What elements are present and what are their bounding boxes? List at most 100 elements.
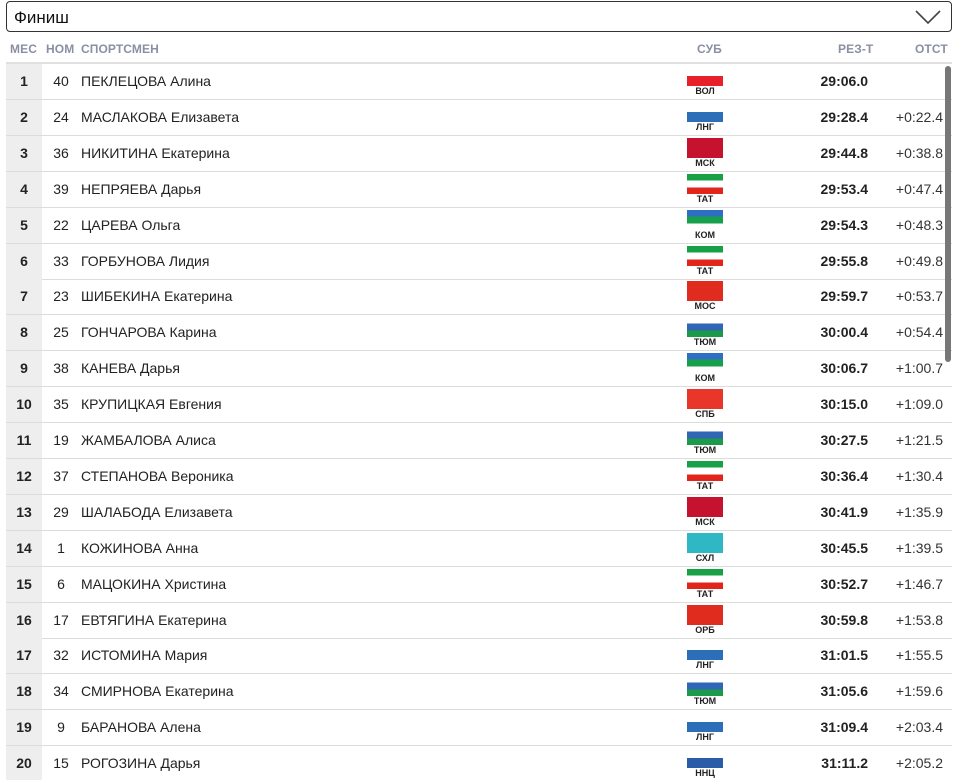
athlete-name[interactable]: ШИБЕКИНА Екатерина [81, 279, 232, 314]
bib-cell: 17 [53, 611, 69, 628]
table-row[interactable]: 13 29 ШАЛАБОДА Елизавета МСК 30:41.9 +1:35.9 [6, 494, 952, 531]
table-row[interactable]: 8 25 ГОНЧАРОВА Карина ТЮМ 30:00.4 +0:54.4 [6, 315, 952, 352]
bib-cell: 19 [53, 432, 69, 448]
table-row[interactable]: 6 33 ГОРБУНОВА Лидия ТАТ 29:55.8 +0:49.8 [6, 243, 952, 280]
athlete-name[interactable]: ГОРБУНОВА Лидия [81, 244, 209, 279]
athlete-name[interactable]: РОГОЗИНА Дарья [81, 746, 200, 780]
region-code: МСК [695, 157, 715, 168]
region-flag-icon [687, 640, 723, 661]
table-row[interactable]: 9 38 КАНЕВА Дарья КОМ 30:06.7 +1:00.7 [6, 351, 952, 388]
result-time: 29:55.8 [820, 252, 868, 269]
athlete-name[interactable]: СТЕПАНОВА Вероника [81, 459, 234, 494]
athlete-name[interactable]: ЦАРЕВА Ольга [81, 208, 180, 243]
athlete-name[interactable]: ЖАМБАЛОВА Алиса [81, 423, 216, 458]
region-flag-icon [687, 532, 723, 553]
result-time: 30:59.8 [820, 611, 868, 628]
gap-time: +0:48.3 [895, 216, 943, 233]
result-time: 31:11.2 [821, 755, 868, 772]
athlete-name[interactable]: МАСЛАКОВА Елизавета [81, 100, 239, 135]
table-row[interactable]: 7 23 ШИБЕКИНА Екатерина МОС 29:59.7 +0:53.7 [6, 279, 952, 316]
region-code: ОРБ [695, 624, 715, 635]
region-code: СХЛ [695, 552, 715, 563]
athlete-name[interactable]: НЕПРЯЕВА Дарья [81, 172, 201, 207]
result-time: 31:09.4 [820, 719, 868, 736]
stage-select[interactable]: Финиш [6, 1, 952, 32]
bib-cell: 35 [53, 396, 69, 413]
scrollbar-track[interactable] [944, 64, 952, 780]
athlete-name[interactable]: НИКИТИНА Екатерина [81, 136, 230, 171]
gap-time: +0:54.4 [895, 324, 943, 341]
athlete-name[interactable]: МАЦОКИНА Христина [81, 567, 226, 602]
bib-cell: 33 [53, 252, 69, 269]
bib-cell: 9 [57, 719, 65, 736]
table-row[interactable]: 16 17 ЕВТЯГИНА Екатерина ОРБ 30:59.8 +1:53.8 [6, 602, 952, 639]
table-row[interactable]: 2 24 МАСЛАКОВА Елизавета ЛНГ 29:28.4 +0:22.4 [6, 99, 952, 136]
place-cell: 16 [6, 602, 42, 638]
region-code: МОС [694, 301, 716, 312]
table-row[interactable]: 19 9 БАРАНОВА Алена ЛНГ 31:09.4 +2:03.4 [6, 710, 952, 747]
athlete-name[interactable]: СМИРНОВА Екатерина [81, 674, 234, 709]
gap-time: +1:39.5 [895, 539, 943, 556]
region-flag-icon [687, 425, 723, 445]
region-code: ТЮМ [693, 337, 717, 348]
athlete-name[interactable]: КОЖИНОВА Анна [81, 531, 198, 566]
scrollbar-thumb[interactable] [945, 66, 951, 362]
table-row[interactable]: 18 34 СМИРНОВА Екатерина ТЮМ 31:05.6 +1:59.6 [6, 674, 952, 711]
col-place-header[interactable]: МЕС [10, 42, 37, 56]
region-code: ТАТ [696, 480, 714, 491]
region-code: КОМ [695, 373, 715, 384]
table-row[interactable]: 10 35 КРУПИЦКАЯ Евгения СПБ 30:15.0 +1:09.0 [6, 387, 952, 424]
table-row[interactable]: 17 32 ИСТОМИНА Мария ЛНГ 31:01.5 +1:55.5 [6, 638, 952, 675]
table-row[interactable]: 15 6 МАЦОКИНА Христина ТАТ 30:52.7 +1:46.7 [6, 566, 952, 603]
gap-time: +1:21.5 [895, 432, 943, 448]
col-athlete-header[interactable]: СПОРТСМЕН [81, 42, 159, 56]
place-cell: 20 [6, 746, 42, 780]
athlete-name[interactable]: ЕВТЯГИНА Екатерина [81, 603, 227, 638]
region-flag-icon [687, 281, 723, 302]
gap-time: +0:47.4 [895, 180, 943, 197]
gap-time: +1:59.6 [895, 683, 943, 700]
region-code: ВОЛ [695, 86, 715, 96]
region-flag-icon [687, 460, 723, 481]
place-cell: 14 [6, 530, 42, 566]
athlete-name[interactable]: ПЕКЛЕЦОВА Алина [81, 64, 211, 99]
col-region-header[interactable]: СУБ [697, 42, 722, 56]
athlete-name[interactable]: ГОНЧАРОВА Карина [81, 315, 217, 350]
results-table: 1 40 ПЕКЛЕЦОВА Алина ВОЛ 29:06.0 2 24 МАСЛАКОВА… [6, 62, 952, 780]
place-cell: 9 [6, 351, 42, 387]
result-time: 30:45.5 [820, 539, 868, 556]
table-row[interactable]: 3 36 НИКИТИНА Екатерина МСК 29:44.8 +0:38.8 [6, 135, 952, 172]
athlete-name[interactable]: КАНЕВА Дарья [81, 351, 180, 386]
col-result-header[interactable]: РЕЗ-Т [838, 42, 873, 56]
col-gap-header[interactable]: ОТСТ [915, 42, 948, 56]
table-row[interactable]: 20 15 РОГОЗИНА Дарья ННЦ 31:11.2 +2:05.2 [6, 746, 952, 780]
athlete-name[interactable]: ИСТОМИНА Мария [81, 638, 207, 673]
region-flag-icon [687, 748, 723, 769]
bib-cell: 22 [53, 216, 69, 233]
stage-select-value: Финиш [14, 8, 69, 27]
table-row[interactable]: 14 1 КОЖИНОВА Анна СХЛ 30:45.5 +1:39.5 [6, 530, 952, 567]
bib-cell: 34 [53, 683, 69, 700]
result-time: 30:36.4 [820, 467, 868, 484]
table-row[interactable]: 4 39 НЕПРЯЕВА Дарья ТАТ 29:53.4 +0:47.4 [6, 171, 952, 208]
result-time: 30:27.5 [820, 432, 868, 448]
place-cell: 1 [6, 64, 42, 99]
table-row[interactable]: 11 19 ЖАМБАЛОВА Алиса ТЮМ 30:27.5 +1:21.5 [6, 423, 952, 459]
gap-time: +2:05.2 [895, 755, 943, 772]
place-cell: 10 [6, 387, 42, 423]
region-flag-icon [687, 496, 723, 517]
table-row[interactable]: 12 37 СТЕПАНОВА Вероника ТАТ 30:36.4 +1:30.4 [6, 458, 952, 495]
gap-time: +1:35.9 [895, 503, 943, 520]
table-row[interactable]: 5 22 ЦАРЕВА Ольга КОМ 29:54.3 +0:48.3 [6, 207, 952, 244]
result-time: 29:54.3 [820, 216, 868, 233]
table-row[interactable]: 1 40 ПЕКЛЕЦОВА Алина ВОЛ 29:06.0 [6, 64, 952, 100]
col-bib-header[interactable]: НОМ [46, 42, 74, 56]
bib-cell: 25 [53, 324, 69, 341]
athlete-name[interactable]: БАРАНОВА Алена [81, 710, 201, 745]
athlete-name[interactable]: ШАЛАБОДА Елизавета [81, 495, 233, 530]
region-flag-icon [687, 209, 723, 230]
region-code: ТЮМ [693, 696, 717, 707]
chevron-down-icon[interactable] [915, 9, 941, 25]
athlete-name[interactable]: КРУПИЦКАЯ Евгения [81, 387, 222, 422]
bib-cell: 15 [53, 755, 69, 772]
